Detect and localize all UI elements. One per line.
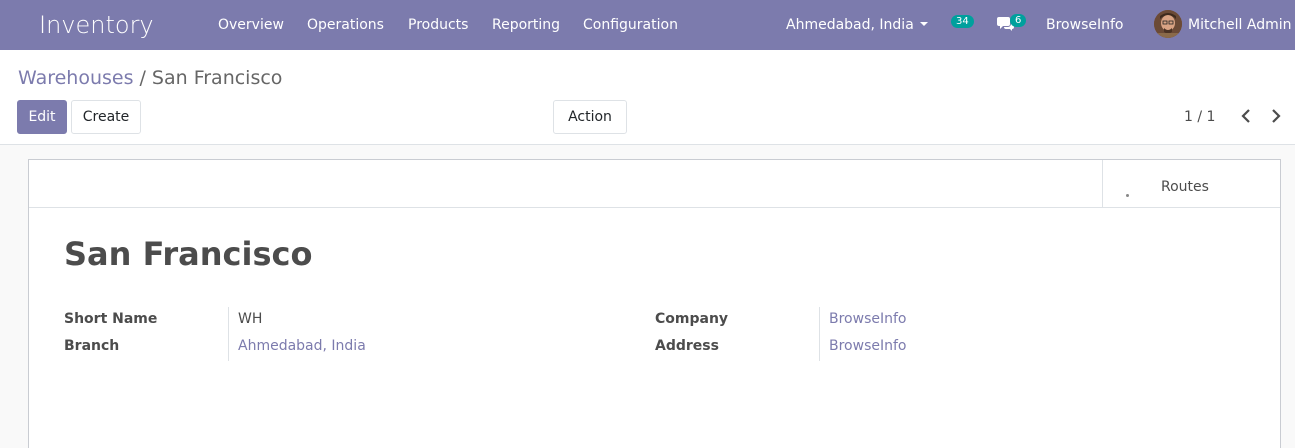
branch-selector[interactable]: Ahmedabad, India bbox=[786, 16, 928, 34]
address-label: Address bbox=[655, 338, 719, 354]
form-sheet: Routes bbox=[28, 159, 1281, 448]
create-button[interactable]: Create bbox=[71, 100, 141, 134]
company-label: Company bbox=[655, 311, 729, 327]
button-box: Routes bbox=[29, 160, 1280, 208]
branch-value[interactable]: Ahmedabad, India bbox=[238, 337, 366, 355]
routes-stat-button[interactable]: Routes bbox=[1102, 160, 1280, 208]
menu-configuration[interactable]: Configuration bbox=[583, 16, 678, 34]
top-navbar: Inventory Overview Operations Products R… bbox=[0, 0, 1295, 50]
short-name-label: Short Name bbox=[64, 311, 158, 327]
menu-reporting[interactable]: Reporting bbox=[492, 16, 560, 34]
record-title: San Francisco bbox=[64, 235, 313, 273]
address-value[interactable]: BrowseInfo bbox=[829, 337, 906, 355]
user-avatar[interactable] bbox=[1154, 10, 1182, 38]
app-brand[interactable]: Inventory bbox=[39, 10, 154, 40]
company-value[interactable]: BrowseInfo bbox=[829, 310, 906, 328]
activity-badge[interactable]: 34 bbox=[951, 15, 974, 28]
breadcrumb: Warehouses / San Francisco bbox=[18, 66, 282, 90]
caret-down-icon bbox=[919, 22, 928, 26]
menu-overview[interactable]: Overview bbox=[218, 16, 284, 34]
chevron-left-icon[interactable] bbox=[1236, 106, 1256, 126]
menu-operations[interactable]: Operations bbox=[307, 16, 384, 34]
edit-button[interactable]: Edit bbox=[17, 100, 67, 134]
short-name-value: WH bbox=[238, 311, 263, 327]
company-switcher[interactable]: BrowseInfo bbox=[1046, 16, 1123, 34]
routes-label: Routes bbox=[1161, 179, 1209, 195]
control-panel: Warehouses / San Francisco Edit Create Act… bbox=[0, 50, 1295, 145]
field-divider bbox=[819, 307, 820, 361]
breadcrumb-separator: / bbox=[139, 67, 146, 89]
menu-products[interactable]: Products bbox=[408, 16, 468, 34]
branch-selector-label: Ahmedabad, India bbox=[786, 17, 914, 33]
breadcrumb-current: San Francisco bbox=[151, 67, 283, 89]
user-menu[interactable]: Mitchell Admin bbox=[1188, 16, 1292, 34]
message-badge[interactable]: 6 bbox=[1010, 14, 1027, 27]
breadcrumb-warehouses[interactable]: Warehouses bbox=[18, 67, 134, 89]
action-button[interactable]: Action bbox=[553, 100, 627, 134]
field-divider bbox=[228, 307, 229, 361]
chevron-right-icon[interactable] bbox=[1266, 106, 1286, 126]
branch-label: Branch bbox=[64, 338, 120, 354]
pager-value[interactable]: 1 / 1 bbox=[1184, 108, 1215, 126]
routes-icon bbox=[1126, 194, 1129, 197]
